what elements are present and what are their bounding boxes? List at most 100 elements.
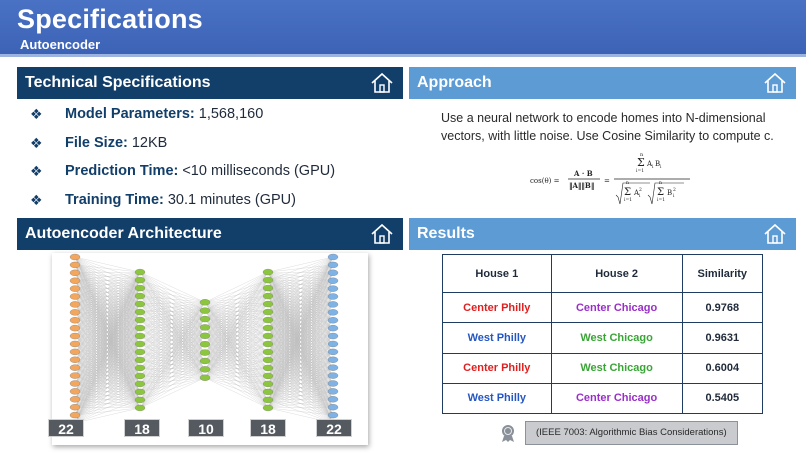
layer-size-label: 18 <box>250 419 286 437</box>
ieee-7003-button[interactable]: (IEEE 7003: Algorithmic Bias Considerati… <box>525 421 738 445</box>
svg-text:i=1: i=1 <box>636 168 644 174</box>
network-node <box>69 269 81 276</box>
network-node <box>327 277 339 284</box>
spec-item: ❖ Prediction Time: <10 milliseconds (GPU… <box>30 160 335 189</box>
network-node <box>134 292 146 300</box>
results-table: House 1 House 2 Similarity Center Philly… <box>442 254 764 415</box>
network-edge <box>204 335 269 378</box>
svg-text:Σ: Σ <box>657 187 664 198</box>
network-node <box>69 340 81 348</box>
house2-cell: Center Chicago <box>550 382 683 415</box>
network-node <box>134 268 146 276</box>
network-node <box>327 269 339 276</box>
network-node <box>69 253 81 261</box>
network-node <box>262 268 274 276</box>
network-node <box>262 340 274 348</box>
svg-text:i: i <box>652 164 654 170</box>
network-node <box>327 348 339 356</box>
network-node <box>327 372 339 379</box>
tech-specs-title: Technical Specifications <box>25 74 211 91</box>
ieee-footer: (IEEE 7003: Algorithmic Bias Considerati… <box>498 421 738 445</box>
svg-text:i: i <box>639 193 641 199</box>
network-node <box>327 388 339 395</box>
network-node <box>262 284 274 292</box>
network-node <box>69 404 81 411</box>
network-node <box>199 357 211 365</box>
spec-value: 30.1 minutes (GPU) <box>167 191 296 208</box>
spec-value: <10 milliseconds (GPU) <box>182 163 336 179</box>
svg-text:=: = <box>604 177 610 185</box>
column-header-house2: House 2 <box>550 254 683 293</box>
network-node <box>262 300 274 308</box>
network-node <box>69 301 81 308</box>
network-node <box>327 356 339 363</box>
svg-text:2: 2 <box>639 187 642 193</box>
network-node <box>327 253 339 261</box>
spec-label: Training Time: <box>65 191 164 208</box>
network-node <box>134 308 146 316</box>
network-node <box>327 301 339 308</box>
network-edge <box>139 302 206 345</box>
network-node <box>134 276 146 284</box>
svg-text:i=1: i=1 <box>657 197 665 203</box>
network-node <box>262 388 274 396</box>
layer-size-label: 10 <box>188 419 224 437</box>
network-node <box>134 300 146 308</box>
network-node <box>134 404 146 412</box>
network-node <box>262 356 274 364</box>
network-node <box>327 317 339 324</box>
spec-item: ❖ Model Parameters: 1,568,160 <box>30 103 335 132</box>
house1-cell: Center Philly <box>442 291 552 324</box>
svg-text:Σ: Σ <box>637 156 645 169</box>
spec-label: File Size: <box>65 134 128 151</box>
network-node <box>134 380 146 388</box>
table-row: Center Philly West Chicago 0.6004 <box>442 352 764 384</box>
network-node <box>69 380 81 387</box>
similarity-cell: 0.9768 <box>681 291 764 324</box>
results-body: Center Philly Center Chicago 0.9768 West Ph… <box>442 291 764 415</box>
results-header: Results <box>409 218 796 250</box>
network-node <box>69 277 81 284</box>
svg-text:n: n <box>659 181 662 186</box>
similarity-cell: 0.5405 <box>681 382 764 415</box>
house-icon <box>371 72 393 93</box>
table-row: West Philly Center Chicago 0.5405 <box>442 382 764 415</box>
diamond-bullet-icon: ❖ <box>30 134 43 151</box>
network-nodes <box>69 253 339 427</box>
network-node <box>134 348 146 356</box>
network-node <box>69 396 81 403</box>
network-node <box>262 404 274 412</box>
network-node <box>327 404 339 411</box>
network-node <box>199 307 211 314</box>
network-node <box>199 349 211 356</box>
network-node <box>199 299 211 306</box>
network-edges <box>74 256 334 424</box>
svg-text:i=1: i=1 <box>624 197 632 203</box>
page-title: Specifications <box>17 4 203 34</box>
network-node <box>69 372 81 379</box>
network-node <box>327 261 339 269</box>
network-node <box>327 324 339 332</box>
house-icon <box>764 72 786 93</box>
network-node <box>199 374 211 381</box>
network-node <box>327 340 339 348</box>
table-row: Center Philly Center Chicago 0.9768 <box>442 291 764 324</box>
network-edge <box>139 352 206 393</box>
network-graph <box>69 253 339 427</box>
spec-value: 1,568,160 <box>198 106 264 122</box>
network-node <box>134 332 146 340</box>
network-node <box>134 396 146 404</box>
network-node <box>262 348 274 356</box>
network-node <box>327 285 339 292</box>
network-node <box>134 284 146 292</box>
diamond-bullet-icon: ❖ <box>30 106 43 122</box>
network-node <box>327 396 339 403</box>
tech-specs-header: Technical Specifications <box>17 67 403 99</box>
network-node <box>199 315 211 323</box>
table-header-row: House 1 House 2 Similarity <box>442 254 764 293</box>
network-node <box>199 332 211 339</box>
layer-size-label: 18 <box>124 419 160 437</box>
house2-cell: West Chicago <box>550 352 683 384</box>
network-node <box>327 293 339 300</box>
house-icon <box>764 223 786 244</box>
